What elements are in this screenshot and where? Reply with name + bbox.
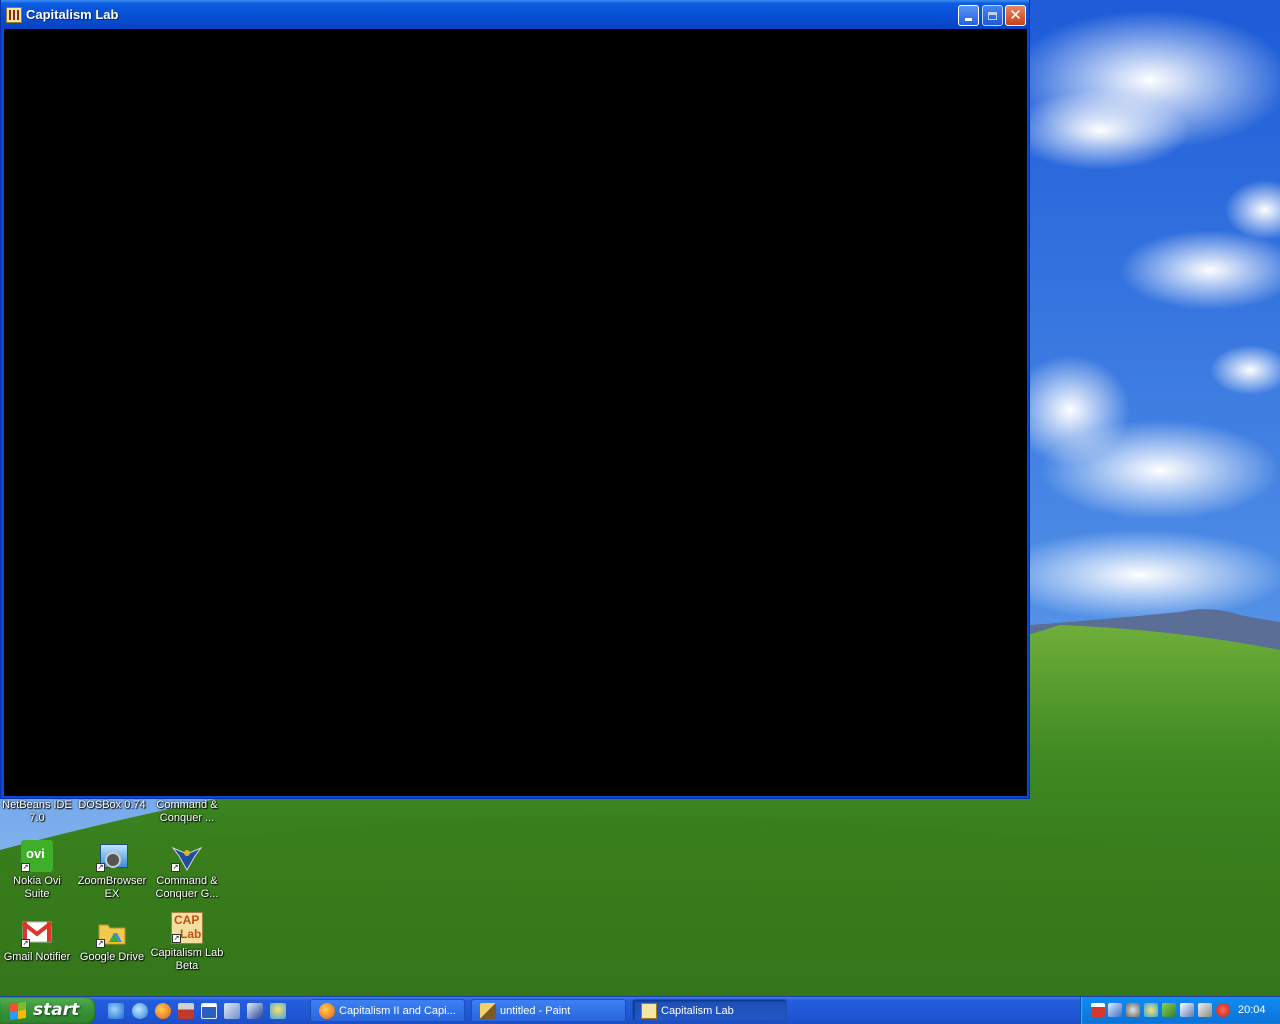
zoombrowser-icon: ↗ [96,840,128,872]
desktop-icon-label: ZoomBrowser EX [77,875,147,900]
desktop-icon[interactable] [201,1003,217,1019]
taskbar: start Capitalism II and Capi... untitled… [0,996,1280,1024]
ie-icon[interactable] [132,1003,148,1019]
save-icon[interactable] [178,1003,194,1019]
desktop-icon-zoombrowser[interactable]: ↗ ZoomBrowser EX [75,840,149,901]
desktop-icon-google-drive[interactable]: ↗ Google Drive [75,916,149,964]
desktop-icon-label: Capitalism Lab Beta [150,947,224,972]
desktop-icon-gmail-notifier[interactable]: ↗ Gmail Notifier [0,916,74,964]
maximize-button[interactable] [982,5,1003,26]
firefox-icon[interactable] [155,1003,171,1019]
network-icon[interactable] [1108,1003,1122,1017]
clock[interactable]: 20:04 [1238,1004,1266,1016]
desktop-icon-label: Nokia Ovi Suite [13,875,61,900]
desktop-icon-label: Gmail Notifier [3,951,71,963]
google-drive-icon: ↗ [96,916,128,948]
app-window[interactable]: Capitalism Lab ✕ [0,0,1030,799]
game-viewport[interactable] [4,29,1027,796]
windows-flag-icon [10,1001,26,1021]
security-icon[interactable] [1216,1003,1230,1017]
task-button-firefox[interactable]: Capitalism II and Capi... [310,999,465,1022]
task-label: untitled - Paint [500,1005,571,1017]
task-button-paint[interactable]: untitled - Paint [471,999,626,1022]
tools-icon[interactable] [1198,1003,1212,1017]
messenger-icon[interactable] [270,1003,286,1019]
minimize-icon [965,18,972,21]
firefox-icon [319,1003,335,1019]
capitalism-lab-icon[interactable] [6,7,22,23]
task-label: Capitalism II and Capi... [339,1005,456,1017]
desktop-icon-command-conquer[interactable]: Command & Conquer ... [150,799,224,825]
desktop-icon-capitalism-lab-beta[interactable]: CAP Lab ↗ Capitalism Lab Beta [150,912,224,973]
pen-icon[interactable] [1180,1003,1194,1017]
start-button[interactable]: start [0,997,96,1024]
app-icon[interactable] [247,1003,263,1019]
nokia-ovi-icon: ovi ↗ [21,840,53,872]
gmail-icon[interactable] [1091,1003,1105,1017]
ie-icon[interactable] [108,1003,124,1019]
close-button[interactable]: ✕ [1005,5,1026,26]
desktop-icon-label: Google Drive [79,951,145,963]
desktop-icon-label: Command & Conquer G... [155,875,219,900]
capitalism-lab-icon [641,1003,657,1019]
messenger-icon[interactable] [1144,1003,1158,1017]
window-titlebar[interactable]: Capitalism Lab ✕ [1,0,1029,29]
capitalism-lab-icon: CAP Lab ↗ [171,912,203,944]
task-label: Capitalism Lab [661,1005,734,1017]
desktop-icon-netbeans[interactable]: NetBeans IDE 7.0 [0,799,74,825]
desktop-icon-label: DOSBox 0.74 [78,799,146,811]
gmail-icon: ↗ [21,916,53,948]
app-icon[interactable] [1162,1003,1176,1017]
desktop-icon-command-conquer-generals[interactable]: ↗ Command & Conquer G... [150,840,224,901]
window-title: Capitalism Lab [26,7,119,22]
maximize-icon [988,11,997,20]
task-button-capitalism-lab[interactable]: Capitalism Lab [632,999,787,1022]
start-label: start [33,1000,80,1020]
desktop-icon-label: Command & Conquer ... [156,799,218,824]
desktop-icon-dosbox[interactable]: DOSBox 0.74 [75,799,149,812]
desktop-icon-nokia-ovi[interactable]: ovi ↗ Nokia Ovi Suite [0,840,74,901]
desktop-icon-label: NetBeans IDE 7.0 [2,799,72,824]
network-icon[interactable] [224,1003,240,1019]
close-icon: ✕ [1009,6,1022,24]
minimize-button[interactable] [958,5,979,26]
command-conquer-generals-icon: ↗ [171,840,203,872]
paint-icon [480,1003,496,1019]
volume-icon[interactable] [1126,1003,1140,1017]
